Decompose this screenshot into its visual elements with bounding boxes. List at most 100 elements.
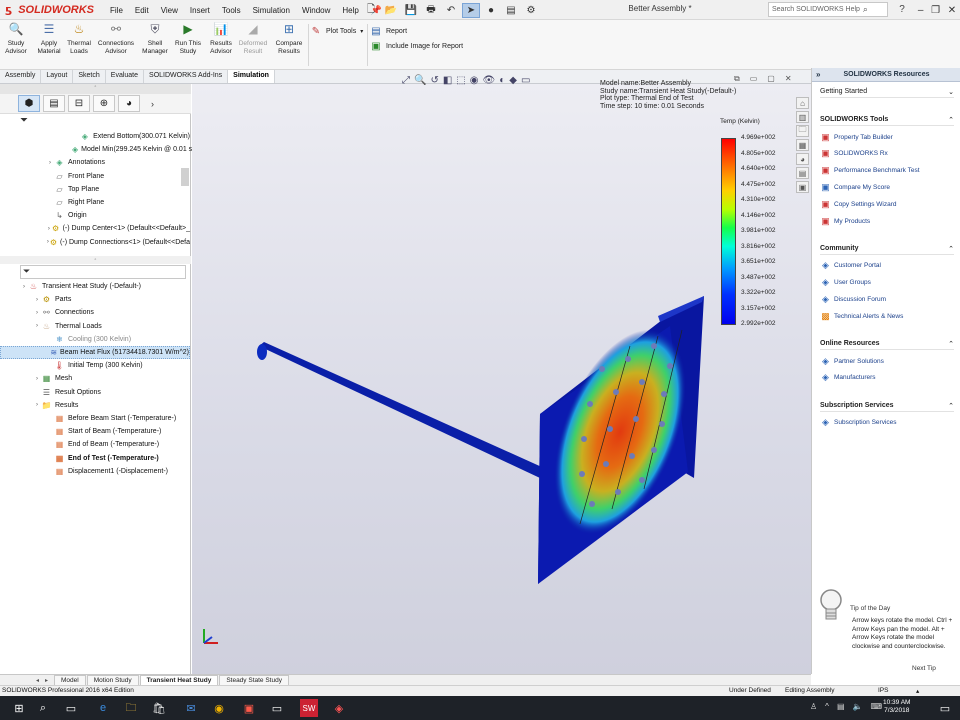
file-explorer-icon[interactable]: 🗀: [796, 125, 809, 137]
undo-icon[interactable]: ↶: [442, 3, 460, 18]
propertymanager-tab-icon[interactable]: ▤: [43, 95, 65, 112]
tree-scrollbar-thumb[interactable]: [181, 168, 189, 186]
appearances-icon[interactable]: ◕: [796, 153, 809, 165]
resource-link[interactable]: ▣ SOLIDWORKS Rx: [820, 148, 888, 159]
solidworks-active-icon[interactable]: SW: [300, 699, 318, 717]
viewport-maximize-icon[interactable]: ▢: [767, 74, 775, 84]
status-units-chevron-icon[interactable]: ▴: [916, 687, 919, 695]
menu-view[interactable]: View: [155, 6, 184, 15]
custom-properties-icon[interactable]: ▤: [796, 167, 809, 179]
tree-item[interactable]: › ♨ Thermal Loads: [0, 320, 190, 333]
help-search-box[interactable]: Search SOLIDWORKS Help ⌕: [768, 2, 888, 17]
search-icon[interactable]: ⌕: [863, 4, 868, 15]
rebuild-icon[interactable]: ●: [482, 3, 500, 18]
status-units[interactable]: IPS: [878, 687, 888, 694]
clock[interactable]: 10:39 AM 7/3/2018: [883, 699, 910, 715]
hide-show-icon[interactable]: 👁: [482, 75, 495, 86]
view-orientation-icon[interactable]: ⬚: [456, 75, 465, 86]
tree-item[interactable]: › ⚙ Parts: [0, 293, 190, 306]
menu-help[interactable]: Help: [336, 6, 364, 15]
tree-item[interactable]: ▦ Before Beam Start (-Temperature-): [0, 412, 190, 425]
apply-material-button[interactable]: ☰ Apply Material: [34, 22, 64, 68]
tree-item[interactable]: › ⚙ (-) Dump Connections<1> (Default<<Defa: [0, 236, 190, 249]
chevron-right-icon[interactable]: ›: [151, 99, 154, 109]
section-view-icon[interactable]: ◧: [443, 75, 452, 86]
expand-arrow-icon[interactable]: ›: [33, 376, 41, 382]
collapse-arrow-icon[interactable]: »: [816, 70, 820, 79]
show-hidden-icon[interactable]: ^: [825, 702, 829, 711]
tree-item[interactable]: ▦ End of Beam (-Temperature-): [0, 438, 190, 451]
displaymanager-tab-icon[interactable]: ◕: [118, 95, 140, 112]
resource-section-header[interactable]: Community ⌃: [820, 245, 954, 255]
task-view-icon[interactable]: ▭: [62, 699, 80, 717]
open-icon[interactable]: 📂: [382, 3, 400, 18]
tree-item[interactable]: ▱ Right Plane: [0, 196, 190, 209]
user-icon[interactable]: ♙: [810, 702, 817, 711]
expand-arrow-icon[interactable]: ›: [33, 402, 41, 408]
select-icon[interactable]: ➤: [462, 2, 480, 18]
tree-item[interactable]: › ⚯ Connections: [0, 306, 190, 319]
expand-arrow-icon[interactable]: ›: [33, 323, 41, 329]
tab-evaluate[interactable]: Evaluate: [106, 70, 145, 83]
resource-link[interactable]: ◈ Customer Portal: [820, 260, 881, 271]
viewport-minimize-icon[interactable]: ▭: [750, 74, 758, 84]
viewport-close-icon[interactable]: ✕: [785, 74, 792, 84]
tab-steady-state-study[interactable]: Steady State Study: [219, 674, 289, 686]
tree-item[interactable]: › ▦ Mesh: [0, 372, 190, 385]
tab-motion-study[interactable]: Motion Study: [86, 674, 139, 686]
resource-link[interactable]: ▣ Compare My Score: [820, 182, 890, 192]
getting-started-section[interactable]: Getting Started ⌄: [820, 88, 954, 98]
restore-icon[interactable]: ❐: [931, 5, 940, 16]
study-advisor-button[interactable]: 🔍 Study Advisor: [2, 22, 30, 68]
tab-scroll-left-icon[interactable]: ◂: [36, 677, 44, 684]
plot-tools-button[interactable]: ✎ Plot Tools ▾: [310, 25, 363, 37]
notifications-icon[interactable]: ▭: [936, 699, 954, 717]
tree-item[interactable]: ↳ Origin: [0, 209, 190, 222]
volume-icon[interactable]: 🔈: [853, 702, 863, 711]
zoom-to-fit-icon[interactable]: ⤢: [402, 75, 410, 86]
expand-arrow-icon[interactable]: ›: [20, 284, 28, 290]
tab-assembly[interactable]: Assembly: [0, 70, 42, 83]
resource-section-header[interactable]: Subscription Services ⌃: [820, 402, 954, 412]
taskbar-app-icon[interactable]: ▭: [268, 699, 286, 717]
tree-item[interactable]: ❄ Cooling (300 Kelvin): [0, 333, 190, 346]
menu-edit[interactable]: Edit: [129, 6, 155, 15]
resource-link[interactable]: ▣ Property Tab Builder: [820, 132, 893, 142]
compare-results-button[interactable]: ⊞ Compare Results: [272, 22, 306, 68]
results-advisor-button[interactable]: 📊 Results Advisor: [206, 22, 236, 68]
tab-sketch[interactable]: Sketch: [73, 70, 106, 83]
tab-scroll-right-icon[interactable]: ▸: [45, 677, 53, 684]
next-tip-link[interactable]: Next Tip: [912, 665, 936, 672]
tab-addins[interactable]: SOLIDWORKS Add-Ins: [144, 70, 229, 83]
resource-link[interactable]: ▣ Performance Benchmark Test: [820, 165, 919, 176]
expand-arrow-icon[interactable]: ›: [33, 310, 41, 316]
solidworks-2016-icon[interactable]: ▣: [240, 699, 258, 717]
design-library-icon[interactable]: ▥: [796, 111, 809, 123]
tree-item[interactable]: ☰ Result Options: [0, 386, 190, 399]
thermal-loads-button[interactable]: ♨ Thermal Loads: [64, 22, 94, 68]
display-style-icon[interactable]: ◉: [470, 75, 479, 86]
resource-link[interactable]: ▣ My Products: [820, 216, 870, 226]
start-icon[interactable]: ⊞: [10, 699, 28, 717]
menu-file[interactable]: File: [104, 6, 129, 15]
mail-icon[interactable]: ✉: [182, 699, 200, 717]
dimxpert-tab-icon[interactable]: ⊕: [93, 95, 115, 112]
tree-item[interactable]: ≋ Beam Heat Flux (51734418.7301 W/m^2): [0, 345, 190, 360]
resource-section-header[interactable]: Online Resources ⌃: [820, 340, 954, 350]
tab-simulation[interactable]: Simulation: [228, 70, 275, 83]
menu-tools[interactable]: Tools: [216, 6, 247, 15]
resource-link[interactable]: ◈ Partner Solutions: [820, 356, 884, 366]
view-settings-icon[interactable]: ▭: [521, 75, 530, 86]
print-icon[interactable]: 🖶: [422, 3, 440, 18]
tab-layout[interactable]: Layout: [41, 70, 74, 83]
tab-model[interactable]: Model: [54, 674, 86, 686]
keyboard-icon[interactable]: ⌨: [870, 702, 882, 711]
tree-item[interactable]: ◈ Extend Bottom(300.071 Kelvin): [0, 130, 190, 143]
store-icon[interactable]: 🛍: [150, 699, 168, 717]
resource-link[interactable]: ◈ Subscription Services: [820, 417, 896, 428]
minimize-icon[interactable]: –: [918, 5, 924, 16]
tree-item[interactable]: ▱ Top Plane: [0, 183, 190, 196]
resource-link[interactable]: ◈ Manufacturers: [820, 372, 876, 383]
home-icon[interactable]: ⌂: [796, 97, 809, 109]
resource-link[interactable]: ▣ Copy Settings Wizard: [820, 199, 896, 209]
